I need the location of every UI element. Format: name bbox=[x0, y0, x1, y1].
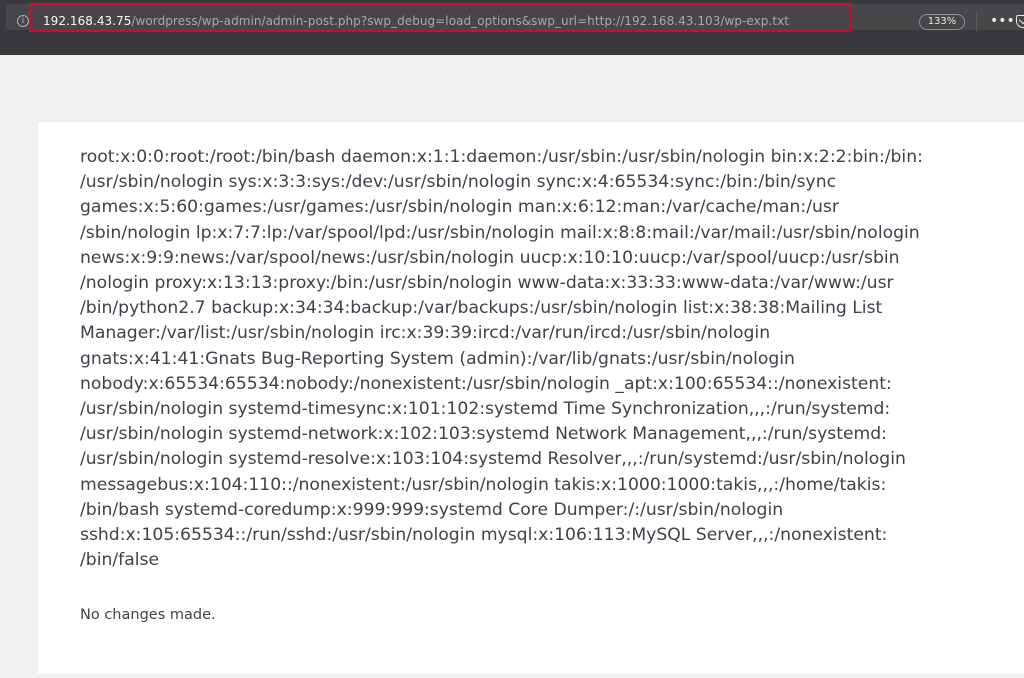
passwd-line: /bin/false bbox=[80, 550, 160, 571]
pocket-icon[interactable] bbox=[1016, 15, 1024, 28]
passwd-line: Manager:/var/list:/usr/sbin/nologin irc:… bbox=[80, 323, 771, 344]
passwd-line: /sbin/nologin lp:x:7:7:lp:/var/spool/lpd… bbox=[80, 222, 920, 243]
url-bar[interactable]: i 192.168.43.75/wordpress/wp-admin/admin… bbox=[6, 4, 1024, 32]
passwd-file-contents: root:x:0:0:root:/root:/bin/bash daemon:x… bbox=[80, 145, 985, 573]
passwd-line: news:x:9:9:news:/var/spool/news:/usr/sbi… bbox=[80, 247, 900, 268]
passwd-line: gnats:x:41:41:Gnats Bug-Reporting System… bbox=[80, 348, 795, 369]
browser-toolbar: i 192.168.43.75/wordpress/wp-admin/admin… bbox=[0, 0, 1024, 35]
passwd-line: /usr/sbin/nologin systemd-resolve:x:103:… bbox=[80, 449, 906, 470]
url-path: /wordpress/wp-admin/admin-post.php?swp_d… bbox=[131, 14, 789, 28]
passwd-line: sshd:x:105:65534::/run/sshd:/usr/sbin/no… bbox=[80, 525, 888, 546]
status-message: No changes made. bbox=[80, 607, 216, 623]
url-host: 192.168.43.75 bbox=[43, 14, 132, 28]
passwd-line: /bin/python2.7 backup:x:34:34:backup:/va… bbox=[80, 298, 883, 319]
passwd-line: messagebus:x:104:110::/nonexistent:/usr/… bbox=[80, 474, 887, 495]
toolbar-background-strip bbox=[0, 35, 1024, 55]
passwd-line: /usr/sbin/nologin systemd-network:x:102:… bbox=[80, 424, 887, 445]
passwd-line: /bin/bash systemd-coredump:x:999:999:sys… bbox=[80, 499, 784, 520]
passwd-line: nobody:x:65534:65534:nobody:/nonexistent… bbox=[80, 373, 892, 394]
passwd-line: /usr/sbin/nologin systemd-timesync:x:101… bbox=[80, 399, 891, 420]
passwd-line: games:x:5:60:games:/usr/games:/usr/sbin/… bbox=[80, 197, 839, 218]
zoom-level-badge[interactable]: 133% bbox=[919, 14, 965, 30]
url-text[interactable]: 192.168.43.75/wordpress/wp-admin/admin-p… bbox=[43, 13, 789, 29]
passwd-line: /usr/sbin/nologin sys:x:3:3:sys:/dev:/us… bbox=[80, 172, 837, 193]
passwd-line: /nologin proxy:x:13:13:proxy:/bin:/usr/s… bbox=[80, 273, 894, 294]
toolbar-separator bbox=[976, 11, 977, 32]
info-icon[interactable]: i bbox=[17, 15, 29, 27]
more-icon[interactable]: ••• bbox=[990, 13, 1015, 29]
passwd-line: root:x:0:0:root:/root:/bin/bash daemon:x… bbox=[80, 147, 923, 167]
